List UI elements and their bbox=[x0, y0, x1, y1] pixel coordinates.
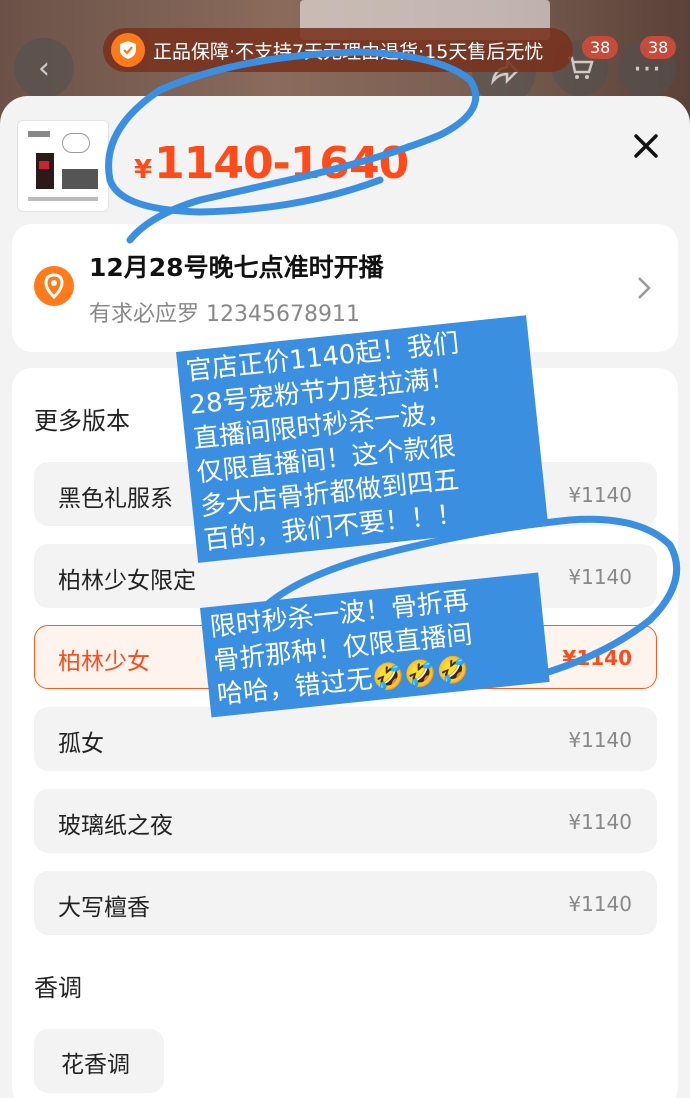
guarantee-text: 正品保障·不支持7天无理由退货·15天售后无忧 bbox=[153, 40, 544, 63]
message-count-badge: 38 bbox=[640, 36, 677, 59]
versions-title: 更多版本 bbox=[34, 407, 130, 435]
version-option-label: 玻璃纸之夜 bbox=[58, 813, 173, 839]
version-option-label: 大写檀香 bbox=[58, 895, 150, 921]
version-option-label: 黑色礼服系 bbox=[58, 486, 173, 512]
version-option-price: ¥1140 bbox=[568, 728, 632, 752]
version-option[interactable]: 玻璃纸之夜 ¥1140 bbox=[34, 789, 657, 853]
live-broadcast-card[interactable]: 12月28号晚七点准时开播 有求必应罗 12345678911 bbox=[12, 224, 678, 352]
back-icon[interactable]: ‹ bbox=[14, 38, 74, 98]
product-thumbnail[interactable] bbox=[17, 120, 109, 212]
price-range: ¥1140-1640 bbox=[134, 138, 409, 189]
version-option-label: 柏林少女限定 bbox=[58, 568, 196, 594]
version-option-price: ¥1140 bbox=[568, 565, 632, 589]
cart-count-badge: 38 bbox=[582, 36, 619, 59]
version-option-price: ¥1140 bbox=[562, 646, 632, 670]
price-currency: ¥ bbox=[134, 155, 153, 185]
live-subtitle: 有求必应罗 12345678911 bbox=[89, 302, 360, 327]
version-option-label: 柏林少女 bbox=[58, 649, 150, 675]
scent-option[interactable]: 花香调 bbox=[34, 1029, 164, 1093]
price-value: 1140-1640 bbox=[154, 138, 409, 189]
live-title: 12月28号晚七点准时开播 bbox=[89, 253, 384, 282]
chevron-right-icon[interactable] bbox=[634, 274, 654, 306]
annotation-note-1: 官店正价1140起！我们 28号宠粉节力度拉满！ 直播间限时秒杀一波， 仅限直播… bbox=[176, 315, 549, 563]
guarantee-banner[interactable]: 正品保障·不支持7天无理由退货·15天售后无忧 bbox=[103, 28, 573, 72]
close-icon[interactable] bbox=[628, 128, 664, 164]
shield-check-icon bbox=[111, 33, 145, 67]
version-option-price: ¥1140 bbox=[568, 810, 632, 834]
version-option-price: ¥1140 bbox=[568, 483, 632, 507]
scent-option-label: 花香调 bbox=[61, 1052, 130, 1078]
location-pin-icon bbox=[34, 266, 74, 306]
version-option[interactable]: 孤女 ¥1140 bbox=[34, 707, 657, 771]
version-option-label: 孤女 bbox=[58, 731, 104, 757]
version-option[interactable]: 大写檀香 ¥1140 bbox=[34, 871, 657, 935]
scent-title: 香调 bbox=[34, 974, 82, 1002]
version-option-price: ¥1140 bbox=[568, 892, 632, 916]
